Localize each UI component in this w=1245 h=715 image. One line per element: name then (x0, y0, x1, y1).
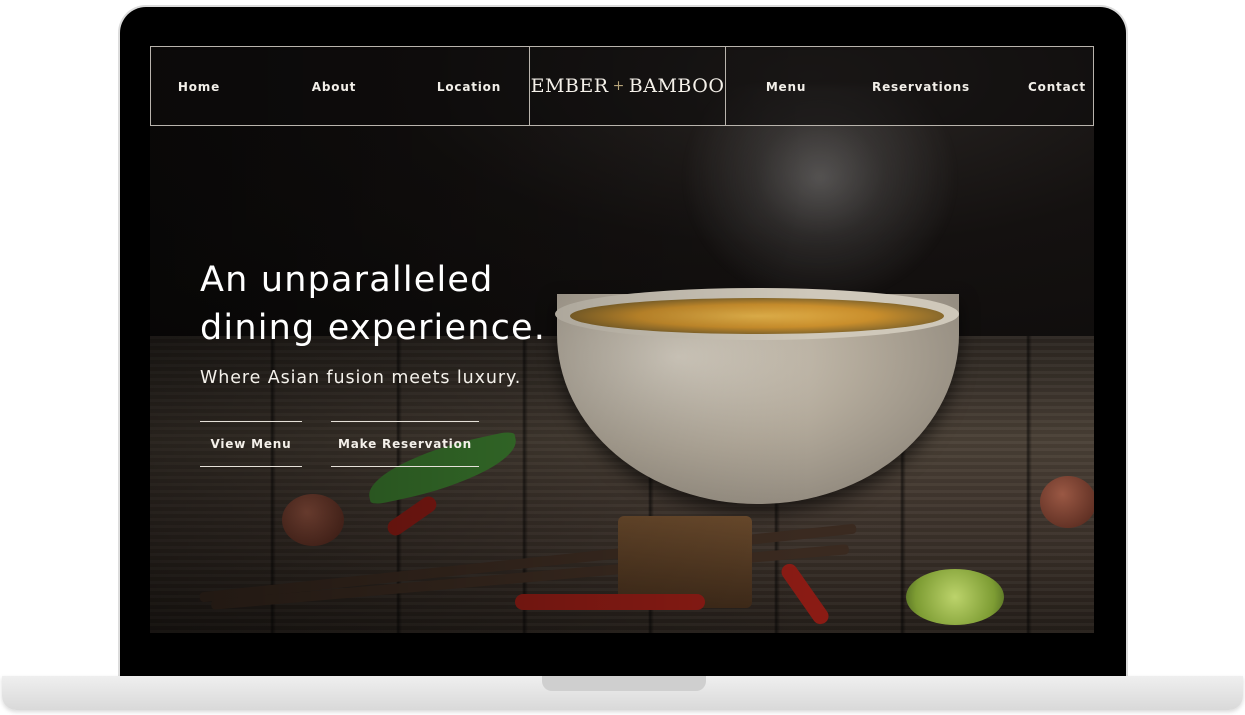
hero-title: An unparalleled dining experience. (200, 260, 547, 348)
main-navigation: Home About Location EMBER + BAMBOO Menu … (150, 46, 1094, 126)
nav-about[interactable]: About (286, 47, 382, 127)
laptop-mockup: Home About Location EMBER + BAMBOO Menu … (0, 0, 1245, 715)
nav-home[interactable]: Home (151, 47, 247, 127)
website-screen: Home About Location EMBER + BAMBOO Menu … (150, 46, 1094, 633)
hero-subtitle: Where Asian fusion meets luxury. (200, 368, 522, 388)
view-menu-button[interactable]: View Menu (200, 421, 302, 467)
nav-location[interactable]: Location (421, 47, 517, 127)
laptop-notch (542, 676, 706, 691)
nav-menu[interactable]: Menu (738, 47, 834, 127)
laptop-base (2, 676, 1243, 710)
make-reservation-button[interactable]: Make Reservation (331, 421, 479, 467)
nav-contact[interactable]: Contact (1009, 47, 1094, 127)
brand-logo[interactable]: EMBER + BAMBOO (529, 46, 726, 126)
nav-reservations[interactable]: Reservations (866, 47, 976, 127)
